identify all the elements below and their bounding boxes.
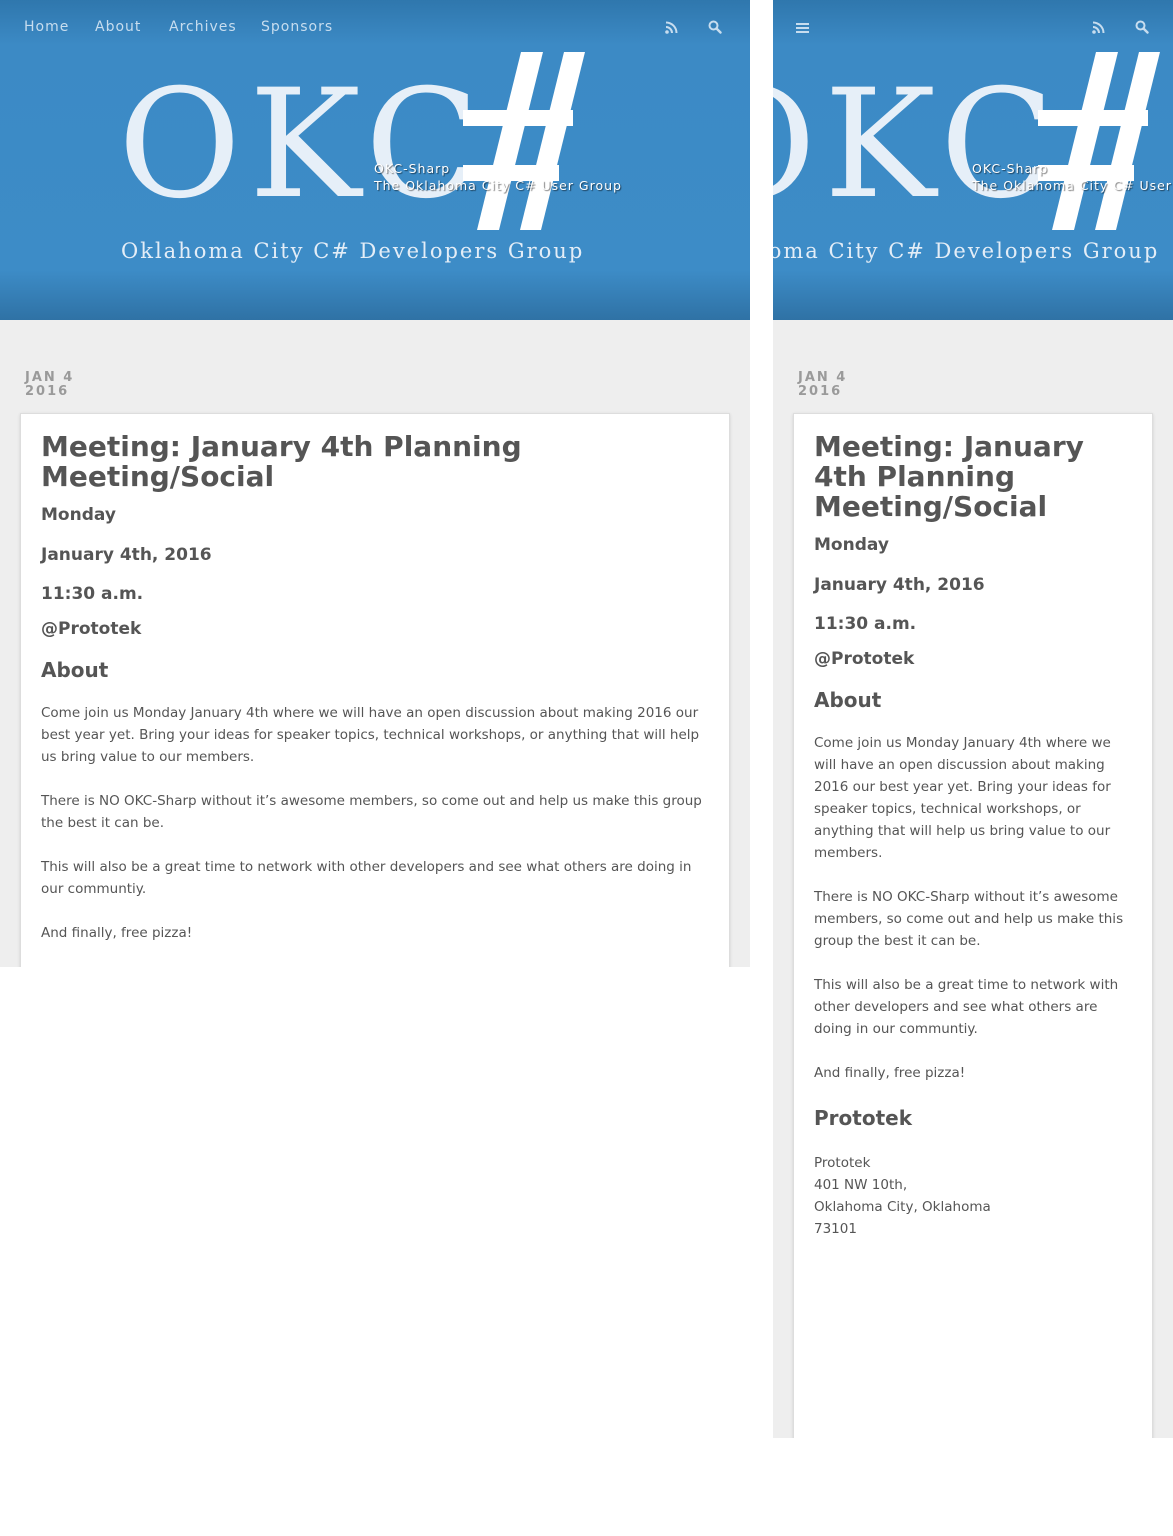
about-heading: About xyxy=(814,688,882,712)
post-paragraph: There is NO OKC-Sharp without it’s aweso… xyxy=(814,889,1124,949)
about-heading: About xyxy=(41,658,109,682)
search-icon[interactable] xyxy=(1135,19,1149,38)
address-line: 401 NW 10th, xyxy=(814,1177,908,1193)
site-tagline: The Oklahoma City C# User Group xyxy=(374,178,622,193)
address-line: Oklahoma City, Oklahoma xyxy=(814,1199,991,1215)
post-date: JAN 4 2016 xyxy=(798,371,847,399)
post-day: Monday xyxy=(41,505,116,525)
post-title[interactable]: Meeting: January 4th Planning Meeting/So… xyxy=(814,432,1132,522)
address-line: Prototek xyxy=(814,1155,871,1171)
rss-icon[interactable] xyxy=(665,19,678,38)
logo-subtitle: Oklahoma City C# Developers Group xyxy=(773,239,1160,263)
nav-sponsors-link[interactable]: Sponsors xyxy=(261,19,333,35)
post-paragraph: And finally, free pizza! xyxy=(41,925,193,941)
search-icon[interactable] xyxy=(708,19,722,38)
okc-sharp-logo: OKC Oklahoma City C# Developers Group xyxy=(118,52,588,282)
post-date-year: 2016 xyxy=(798,384,843,399)
nav-archives-link[interactable]: Archives xyxy=(169,19,237,35)
site-name[interactable]: OKC-Sharp xyxy=(972,161,1048,176)
rss-icon[interactable] xyxy=(1092,19,1105,38)
post-date-full: January 4th, 2016 xyxy=(41,545,212,565)
header-banner: Home About Archives Sponsors OKC Oklahom… xyxy=(0,0,750,320)
post-paragraph: This will also be a great time to networ… xyxy=(814,977,1119,1037)
post-card: Meeting: January 4th Planning Meeting/So… xyxy=(793,413,1153,1438)
okc-sharp-logo: OKC Oklahoma City C# Developers Group xyxy=(773,52,1163,282)
post-date-full: January 4th, 2016 xyxy=(814,575,985,595)
post-date: JAN 4 2016 xyxy=(25,371,74,399)
logo-subtitle: Oklahoma City C# Developers Group xyxy=(121,239,585,263)
site-tagline: The Oklahoma City C# User Group xyxy=(972,178,1173,193)
post-venue: @Prototek xyxy=(814,649,915,669)
post-venue: @Prototek xyxy=(41,619,142,639)
location-heading: Prototek xyxy=(41,966,709,967)
post-time: 11:30 a.m. xyxy=(41,584,144,604)
header-banner: OKC Oklahoma City C# Developers Group OK… xyxy=(773,0,1173,320)
post-paragraph: Come join us Monday January 4th where we… xyxy=(41,705,700,765)
post-paragraph: This will also be a great time to networ… xyxy=(41,859,692,897)
post-paragraph: There is NO OKC-Sharp without it’s aweso… xyxy=(41,793,702,831)
site-name[interactable]: OKC-Sharp xyxy=(374,161,450,176)
logo-sharp-symbol xyxy=(1038,52,1160,230)
post-card: Meeting: January 4th Planning Meeting/So… xyxy=(20,413,730,967)
post-date-month-day: JAN 4 xyxy=(798,370,848,385)
logo-sharp-symbol xyxy=(463,52,585,230)
hamburger-menu-icon[interactable] xyxy=(796,19,809,38)
desktop-view: Home About Archives Sponsors OKC Oklahom… xyxy=(0,0,750,967)
post-time: 11:30 a.m. xyxy=(814,614,917,634)
post-date-year: 2016 xyxy=(25,384,70,399)
logo-wordmark: OKC xyxy=(773,58,1063,232)
location-address: Prototek 401 NW 10th, Oklahoma City, Okl… xyxy=(814,1152,1132,1240)
nav-home-link[interactable]: Home xyxy=(24,19,69,35)
nav-about-link[interactable]: About xyxy=(95,19,141,35)
post-date-month-day: JAN 4 xyxy=(25,370,75,385)
post-paragraph: And finally, free pizza! xyxy=(814,1065,966,1081)
post-day: Monday xyxy=(814,535,889,555)
address-line: 73101 xyxy=(814,1221,857,1237)
mobile-view: OKC Oklahoma City C# Developers Group OK… xyxy=(773,0,1173,1438)
location-heading: Prototek xyxy=(814,1106,912,1130)
post-title[interactable]: Meeting: January 4th Planning Meeting/So… xyxy=(41,432,709,492)
post-paragraph: Come join us Monday January 4th where we… xyxy=(814,735,1111,861)
logo-wordmark: OKC xyxy=(118,58,488,232)
